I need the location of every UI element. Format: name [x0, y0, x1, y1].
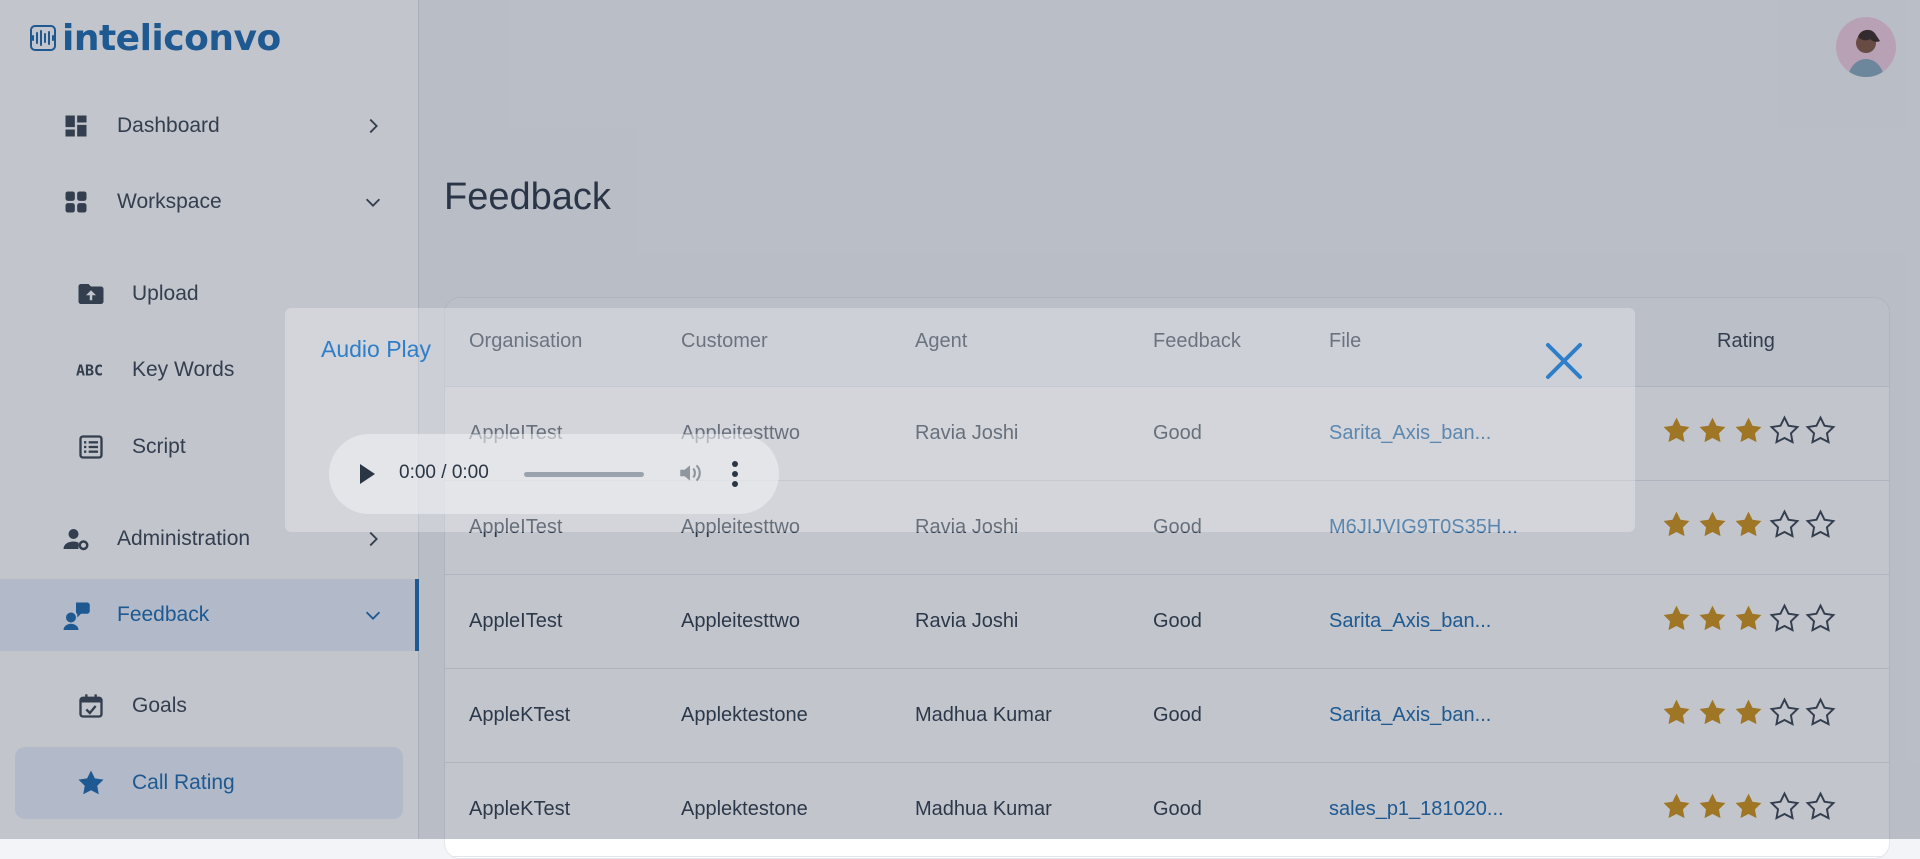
audio-play-modal: Audio Play 0:00 / 0:00 [285, 308, 1635, 532]
volume-icon[interactable] [677, 460, 703, 486]
play-icon[interactable] [357, 462, 377, 486]
audio-player: 0:00 / 0:00 [329, 434, 779, 514]
more-options-icon[interactable] [731, 460, 739, 488]
close-icon[interactable] [1543, 340, 1585, 382]
audio-progress-slider[interactable] [524, 472, 644, 477]
audio-time: 0:00 / 0:00 [399, 462, 489, 483]
modal-title: Audio Play [321, 336, 431, 362]
